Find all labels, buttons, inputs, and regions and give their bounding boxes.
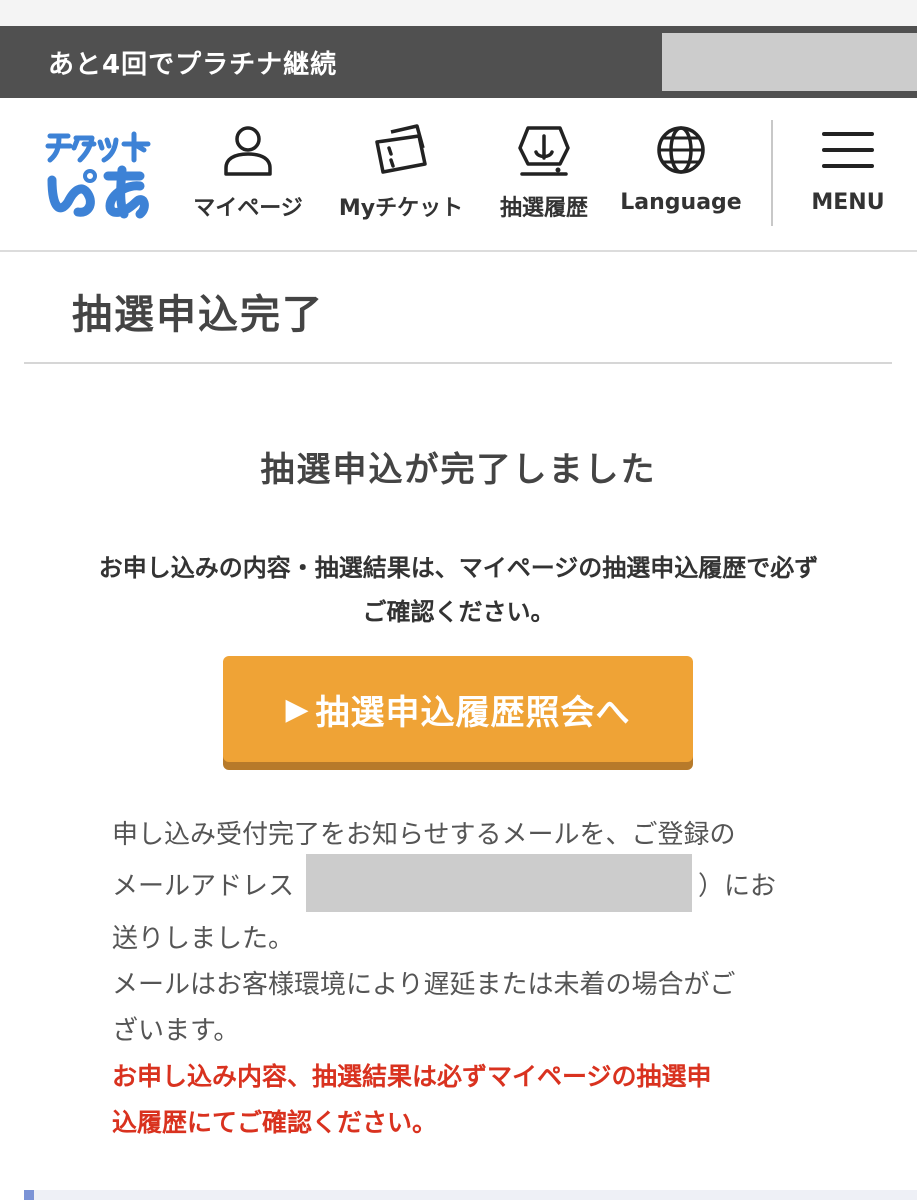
warning-line-1: お申し込み内容、抽選結果は必ずマイページの抽選申 <box>112 1062 712 1091</box>
mail-line-1: 申し込み受付完了をお知らせするメールを、ご登録の <box>112 820 736 850</box>
nav-lottery-history[interactable]: 抽選履歴 <box>490 122 598 232</box>
mail-line-2-suffix: ）にお <box>698 871 777 902</box>
redacted-email <box>306 854 693 912</box>
globe-icon <box>657 126 705 174</box>
lottery-history-button[interactable]: ▶ 抽選申込履歴照会へ <box>223 656 693 762</box>
ticket-icon <box>375 124 427 174</box>
next-section-edge <box>24 1190 917 1200</box>
nav-menu[interactable]: MENU <box>800 122 896 232</box>
nav-menu-label: MENU <box>811 190 885 215</box>
nav-mypage[interactable]: マイページ <box>186 122 310 232</box>
mail-line-5: ざいます。 <box>112 1016 240 1046</box>
nav-language-label: Language <box>620 190 742 215</box>
lottery-icon <box>518 126 570 176</box>
redacted-area <box>662 33 917 91</box>
nav-lottery-history-label: 抽選履歴 <box>499 196 588 221</box>
nav-myticket[interactable]: Myチケット <box>330 122 472 232</box>
mail-info: 申し込み受付完了をお知らせするメールを、ご登録の メールアドレス ）にお 送りしま… <box>112 812 812 1146</box>
ticketpia-logo-graphic <box>45 131 151 219</box>
nav-divider <box>771 120 773 226</box>
confirmation-notice: お申し込みの内容・抽選結果は、マイページの抽選申込履歴で必ず ご確認ください。 <box>30 546 887 634</box>
ticketpia-logo[interactable] <box>44 124 154 220</box>
notice-line-1: お申し込みの内容・抽選結果は、マイページの抽選申込履歴で必ず <box>98 554 819 582</box>
nav-mypage-label: マイページ <box>193 196 303 221</box>
lottery-history-button-label: 抽選申込履歴照会へ <box>315 692 631 733</box>
nav-myticket-label: Myチケット <box>338 196 464 221</box>
status-bar: あと4回でプラチナ継続 <box>0 26 917 98</box>
warning-line-2: 込履歴にてご確認ください。 <box>112 1108 438 1137</box>
hamburger-menu-icon <box>822 132 874 168</box>
notice-line-2: ご確認ください。 <box>362 598 555 626</box>
play-triangle-icon: ▶ <box>285 691 310 727</box>
top-strip <box>0 0 917 26</box>
nav-language[interactable]: Language <box>616 122 746 232</box>
mail-line-4: メールはお客様環境により遅延または未着の場合がご <box>112 970 736 1000</box>
mail-address-label: メールアドレス <box>112 871 295 902</box>
status-text: あと4回でプラチナ継続 <box>48 50 338 80</box>
mail-line-2: メールアドレス ）にお <box>112 854 812 916</box>
complete-heading: 抽選申込が完了しました <box>260 450 657 490</box>
title-divider <box>24 362 892 364</box>
site-header: マイページ Myチケット 抽選履歴 Language MENU <box>0 98 917 252</box>
page-title: 抽選申込完了 <box>72 292 324 338</box>
user-icon <box>224 126 272 176</box>
mail-line-3: 送りしました。 <box>112 924 295 954</box>
